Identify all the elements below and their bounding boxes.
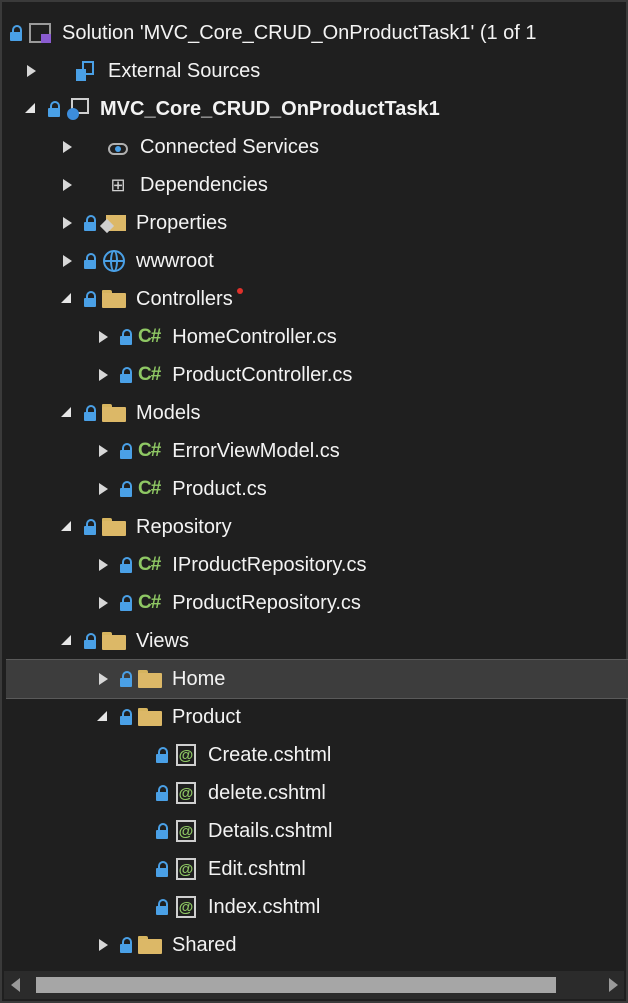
folder-icon xyxy=(138,933,162,957)
lock-icon xyxy=(120,671,132,687)
expand-arrow-icon[interactable] xyxy=(60,213,74,233)
lock-icon xyxy=(120,329,132,345)
lock-icon xyxy=(84,291,96,307)
tree-row-views[interactable]: Views xyxy=(60,622,628,660)
scroll-right-arrow-icon[interactable] xyxy=(602,971,624,999)
lock-icon xyxy=(156,785,168,801)
tree-row-solution[interactable]: Solution 'MVC_Core_CRUD_OnProductTask1' … xyxy=(10,14,628,52)
lock-icon xyxy=(120,481,132,497)
csharp-project-icon xyxy=(66,97,90,121)
lock-icon xyxy=(84,405,96,421)
scrollbar-thumb[interactable] xyxy=(36,977,556,993)
expand-arrow-icon[interactable] xyxy=(96,479,110,499)
expand-arrow-icon[interactable] xyxy=(96,365,110,385)
lock-icon xyxy=(156,823,168,839)
collapse-arrow-icon[interactable] xyxy=(60,631,74,651)
tree-row-shared[interactable]: Shared xyxy=(96,926,628,964)
tree-row-controllers[interactable]: Controllers xyxy=(60,280,628,318)
expand-arrow-icon[interactable] xyxy=(60,137,74,157)
tree-row-iproduct-repository[interactable]: C# IProductRepository.cs xyxy=(96,546,628,584)
lock-icon xyxy=(120,937,132,953)
collapse-arrow-icon[interactable] xyxy=(60,403,74,423)
lock-icon xyxy=(120,443,132,459)
lock-icon xyxy=(120,367,132,383)
tree-row-connected-services[interactable]: Connected Services xyxy=(60,128,628,166)
solution-icon xyxy=(28,21,52,45)
lock-icon xyxy=(156,899,168,915)
tree-row-edit-cshtml[interactable]: @ Edit.cshtml xyxy=(156,850,628,888)
dependencies-icon: ⊞ xyxy=(110,174,126,196)
connected-services-icon xyxy=(106,135,130,159)
csharp-file-icon: C# xyxy=(138,592,161,613)
collapse-arrow-icon[interactable] xyxy=(60,517,74,537)
tree-row-home-controller[interactable]: C# HomeController.cs xyxy=(96,318,628,356)
expand-arrow-icon[interactable] xyxy=(96,669,110,689)
csharp-file-icon: C# xyxy=(138,554,161,575)
tree-row-error-view-model[interactable]: C# ErrorViewModel.cs xyxy=(96,432,628,470)
csharp-file-icon: C# xyxy=(138,478,161,499)
folder-icon xyxy=(102,401,126,425)
breakpoint-dot-icon xyxy=(237,288,243,294)
tree-row-project[interactable]: MVC_Core_CRUD_OnProductTask1 xyxy=(24,90,628,128)
lock-icon xyxy=(120,557,132,573)
tree-row-delete-cshtml[interactable]: @ delete.cshtml xyxy=(156,774,628,812)
tree-row-properties[interactable]: Properties xyxy=(60,204,628,242)
lock-icon xyxy=(84,519,96,535)
tree-row-dependencies[interactable]: ⊞ Dependencies xyxy=(60,166,628,204)
csharp-file-icon: C# xyxy=(138,364,161,385)
razor-file-icon: @ xyxy=(174,857,198,881)
expand-arrow-icon[interactable] xyxy=(96,935,110,955)
tree-row-product-repository[interactable]: C# ProductRepository.cs xyxy=(96,584,628,622)
tree-row-index-cshtml[interactable]: @ Index.cshtml xyxy=(156,888,628,926)
razor-file-icon: @ xyxy=(174,819,198,843)
csharp-file-icon: C# xyxy=(138,326,161,347)
lock-icon xyxy=(48,101,60,117)
scroll-left-arrow-icon[interactable] xyxy=(4,971,26,999)
lock-icon xyxy=(84,215,96,231)
horizontal-scrollbar[interactable] xyxy=(4,971,624,999)
lock-icon xyxy=(156,861,168,877)
tree-row-details-cshtml[interactable]: @ Details.cshtml xyxy=(156,812,628,850)
tree-row-views-home[interactable]: Home xyxy=(6,659,628,699)
folder-icon xyxy=(138,667,162,691)
razor-file-icon: @ xyxy=(174,743,198,767)
collapse-arrow-icon[interactable] xyxy=(24,99,38,119)
scrollbar-track[interactable] xyxy=(26,971,602,999)
tree-row-wwwroot[interactable]: wwwroot xyxy=(60,242,628,280)
razor-file-icon: @ xyxy=(174,781,198,805)
folder-icon xyxy=(102,287,126,311)
expand-arrow-icon[interactable] xyxy=(60,251,74,271)
lock-icon xyxy=(120,595,132,611)
solution-explorer-panel: Solution 'MVC_Core_CRUD_OnProductTask1' … xyxy=(0,0,628,1003)
collapse-arrow-icon[interactable] xyxy=(60,289,74,309)
tree-row-create-cshtml[interactable]: @ Create.cshtml xyxy=(156,736,628,774)
expand-arrow-icon[interactable] xyxy=(96,555,110,575)
lock-icon xyxy=(10,25,22,41)
csharp-file-icon: C# xyxy=(138,440,161,461)
globe-icon xyxy=(102,249,126,273)
folder-icon xyxy=(102,629,126,653)
lock-icon xyxy=(120,709,132,725)
folder-icon xyxy=(102,515,126,539)
expand-arrow-icon[interactable] xyxy=(60,175,74,195)
tree-row-product-cs[interactable]: C# Product.cs xyxy=(96,470,628,508)
razor-file-icon: @ xyxy=(174,895,198,919)
tree-row-repository[interactable]: Repository xyxy=(60,508,628,546)
collapse-arrow-icon[interactable] xyxy=(96,707,110,727)
lock-icon xyxy=(84,253,96,269)
folder-icon xyxy=(138,705,162,729)
tree-row-product-controller[interactable]: C# ProductController.cs xyxy=(96,356,628,394)
tree-row-models[interactable]: Models xyxy=(60,394,628,432)
tree-row-views-product[interactable]: Product xyxy=(96,698,628,736)
tree-row-external-sources[interactable]: External Sources xyxy=(24,52,628,90)
solution-tree: Solution 'MVC_Core_CRUD_OnProductTask1' … xyxy=(2,2,628,972)
expand-arrow-icon[interactable] xyxy=(96,593,110,613)
expand-arrow-icon[interactable] xyxy=(24,61,38,81)
external-sources-icon xyxy=(74,59,98,83)
lock-icon xyxy=(156,747,168,763)
expand-arrow-icon[interactable] xyxy=(96,441,110,461)
properties-icon xyxy=(102,211,126,235)
expand-arrow-icon[interactable] xyxy=(96,327,110,347)
lock-icon xyxy=(84,633,96,649)
